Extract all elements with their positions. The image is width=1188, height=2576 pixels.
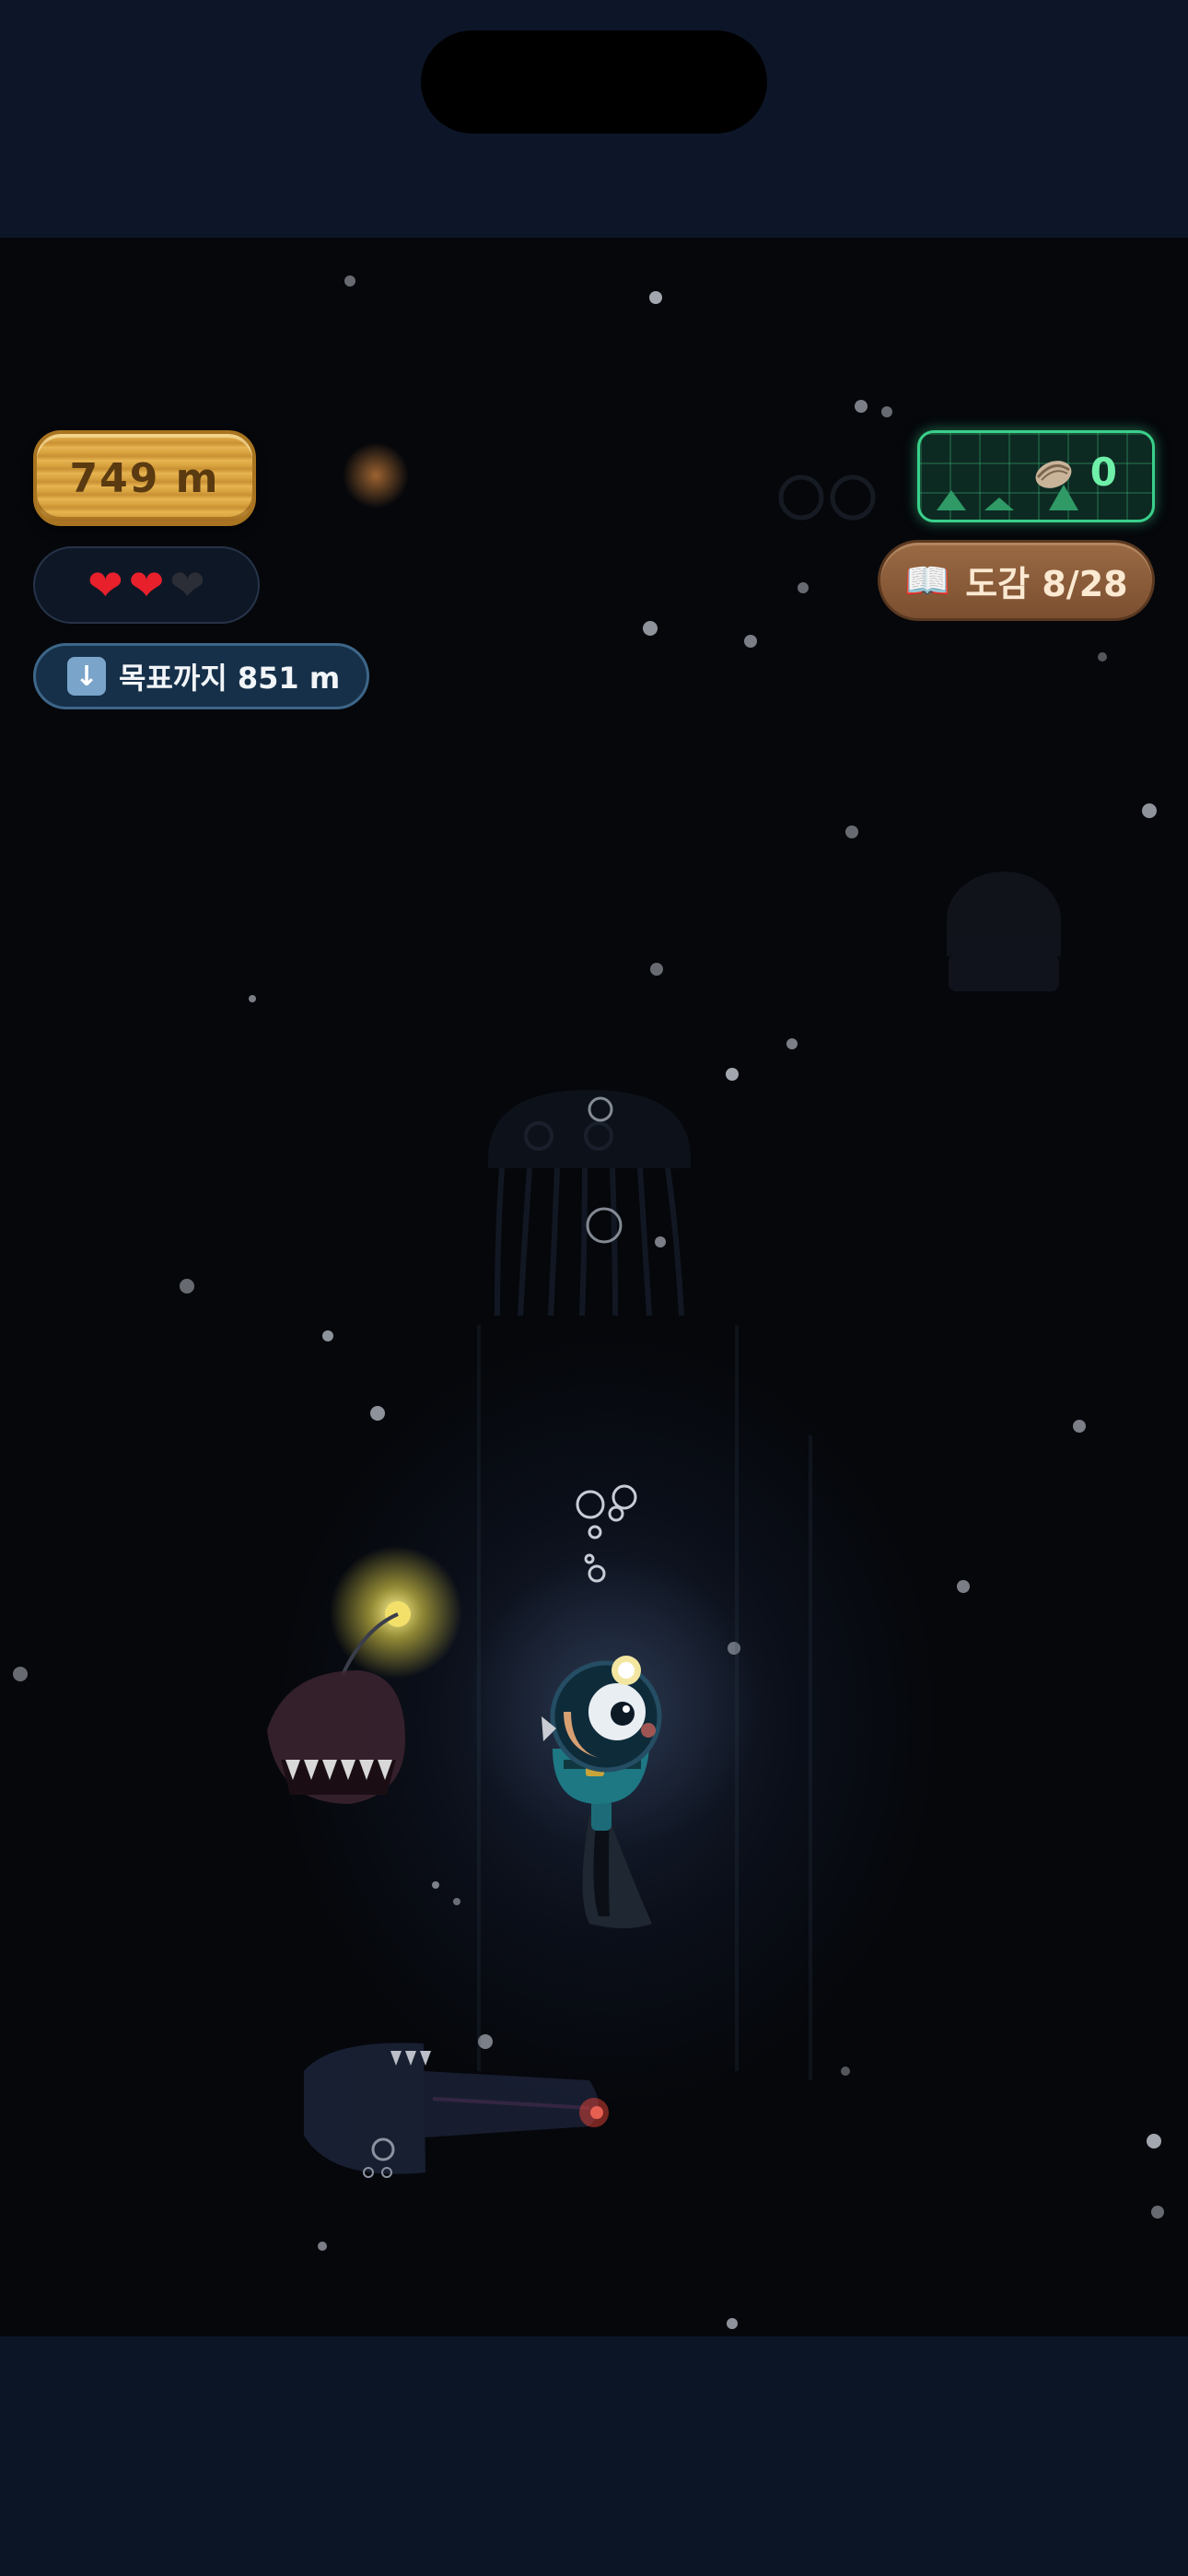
- codex-button[interactable]: 📖 도감 8/28: [878, 540, 1155, 621]
- shadow-creature-top: [778, 474, 876, 521]
- down-arrow-icon: ↓: [67, 657, 106, 696]
- heart-full-icon: ❤: [128, 560, 165, 610]
- anglerfish: [267, 1546, 462, 1804]
- distant-glow: [343, 442, 409, 509]
- codex-progress-label: 도감 8/28: [965, 563, 1128, 604]
- heart-empty-icon: ❤: [169, 560, 205, 610]
- heart-full-icon: ❤: [87, 560, 123, 610]
- home-indicator-area: [0, 2336, 1188, 2576]
- goal-distance-label: 목표까지 851 m: [119, 661, 341, 696]
- eel-creature: [304, 2043, 609, 2178]
- sonar-oyster-counter[interactable]: 0: [917, 430, 1155, 522]
- goal-distance-badge: ↓ 목표까지 851 m: [33, 643, 369, 709]
- sonar-peak: [937, 490, 966, 510]
- sonar-peak: [984, 498, 1014, 510]
- ghost-jellyfish: [947, 872, 1061, 991]
- lives-indicator: ❤ ❤ ❤: [33, 546, 260, 624]
- oyster-count: 0: [1089, 450, 1117, 495]
- depth-meter: 749 m: [33, 430, 256, 526]
- open-book-icon: 📖: [904, 559, 951, 603]
- oyster-icon: [1035, 461, 1072, 488]
- dynamic-island: [421, 30, 767, 134]
- dark-jellyfish: [488, 1090, 691, 1317]
- depth-value: 749 m: [69, 454, 220, 502]
